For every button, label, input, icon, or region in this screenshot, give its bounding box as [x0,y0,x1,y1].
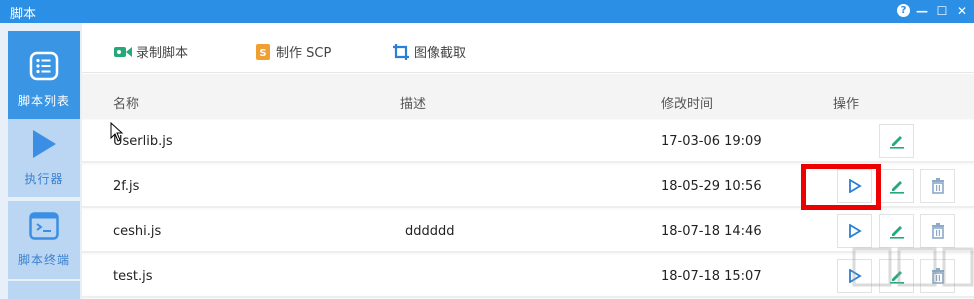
sidebar-bottom-filler [8,281,80,299]
svg-text:S: S [259,48,266,59]
image-capture-label: 图像截取 [414,46,467,61]
table-row[interactable]: test.js 18-07-18 15:07 [82,255,974,298]
script-name: ceshi.js [113,224,162,239]
trash-icon [931,223,945,239]
help-button[interactable]: ? [897,4,910,17]
delete-button[interactable] [920,169,955,203]
pencil-icon [889,178,905,194]
make-scp-button[interactable]: S 制作 SCP [254,42,331,61]
toolbar: 录制脚本 S 制作 SCP 图像截取 [82,23,974,73]
make-scp-label: 制作 SCP [276,46,332,61]
sidebar-item-terminal[interactable]: 脚本终端 [8,201,80,279]
table-row[interactable]: ceshi.js dddddd 18-07-18 14:46 [82,210,974,253]
edit-button[interactable] [879,169,914,203]
script-name: 2f.js [113,179,140,194]
video-camera-icon [114,44,132,60]
sidebar-item-label: 执行器 [24,172,64,186]
window-controls: ? — ☐ ✕ [897,2,970,20]
column-header-description[interactable]: 描述 [400,93,426,112]
column-header-name[interactable]: 名称 [113,93,139,112]
terminal-icon [29,212,59,243]
column-header-actions: 操作 [833,97,860,112]
sidebar-item-executor[interactable]: 执行器 [8,119,80,197]
maximize-button[interactable]: ☐ [934,2,950,20]
script-name: test.js [113,269,153,284]
sidebar: 脚本列表 执行器 脚本终端 [0,23,82,299]
record-script-label: 录制脚本 [136,46,189,61]
highlight-annotation [801,164,881,210]
watermark-logo [844,239,974,299]
pencil-icon [889,223,905,239]
mouse-cursor [110,121,124,146]
script-description: dddddd [405,224,455,239]
table-row[interactable]: Userlib.js 17-03-06 19:09 [82,120,974,163]
script-modified-time: 18-05-29 10:56 [661,179,762,194]
sidebar-item-label: 脚本列表 [17,94,70,108]
crop-icon [392,43,410,60]
sidebar-item-label: 脚本终端 [17,253,70,267]
scp-file-icon: S [254,43,272,60]
table-header: 名称 描述 修改时间 操作 [82,74,974,119]
minimize-button[interactable]: — [914,2,930,20]
pencil-icon [889,133,905,149]
window-title: 脚本 [10,7,37,22]
column-header-modified[interactable]: 修改时间 [661,93,713,112]
script-modified-time: 18-07-18 15:07 [661,269,762,284]
image-capture-button[interactable]: 图像截取 [392,42,466,61]
play-icon [31,129,57,162]
script-modified-time: 17-03-06 19:09 [661,134,762,149]
list-icon [29,51,59,84]
play-icon [848,224,862,238]
close-button[interactable]: ✕ [954,2,970,20]
trash-icon [931,178,945,194]
script-modified-time: 18-07-18 14:46 [661,224,762,239]
title-bar: 脚本 ? — ☐ ✕ [0,0,974,23]
edit-button[interactable] [879,124,914,158]
record-script-button[interactable]: 录制脚本 [114,42,188,61]
sidebar-item-script-list[interactable]: 脚本列表 [8,31,80,129]
